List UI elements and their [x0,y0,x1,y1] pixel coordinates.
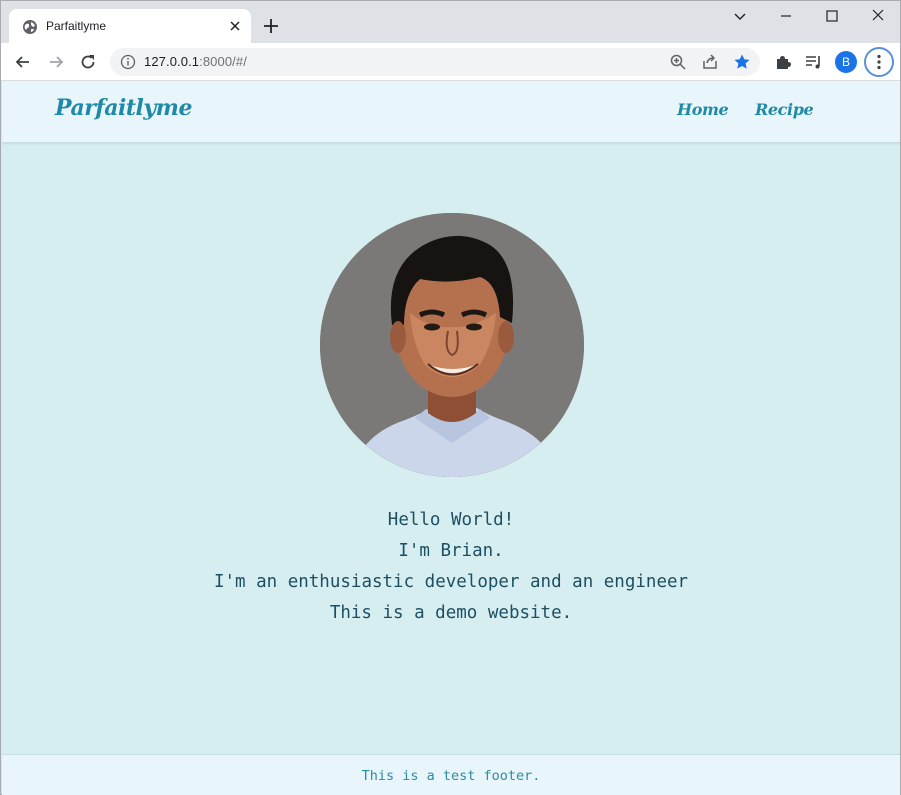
minimize-icon[interactable] [775,6,797,26]
page-viewport: Parfaitlyme Home Recipe Hello World! I'm… [2,81,900,795]
forward-arrow-icon[interactable] [46,52,66,72]
reload-icon[interactable] [78,52,98,72]
chevron-down-icon[interactable] [729,6,751,26]
intro-line: This is a demo website. [329,603,573,623]
close-icon[interactable] [227,18,243,34]
window-close-icon[interactable] [867,6,889,26]
tab-title: Parfaitlyme [46,19,107,33]
intro-line: Hello World! [387,510,515,530]
address-bar[interactable]: 127.0.0.1:8000/#/ [110,48,760,76]
browser-window: Parfaitlyme 127.0.0.1:8000/#/ B Parfaitl… [0,0,901,795]
browser-menu-button[interactable] [864,47,894,77]
url-text[interactable]: 127.0.0.1:8000/#/ [144,54,247,69]
extensions-puzzle-icon[interactable] [773,52,793,72]
site-header: Parfaitlyme Home Recipe [2,81,900,143]
portrait-illustration [320,213,584,477]
media-queue-icon[interactable] [804,52,824,72]
nav-recipe-link[interactable]: Recipe [755,100,814,119]
site-footer: This is a test footer. [2,754,900,795]
intro-text: Hello World! I'm Brian. I'm an enthusias… [2,505,900,629]
kebab-menu-icon [877,54,881,70]
url-path: :8000/#/ [199,54,247,69]
footer-text: This is a test footer. [361,768,541,784]
profile-photo [320,213,584,477]
bookmark-star-icon[interactable] [733,53,751,71]
browser-tab[interactable]: Parfaitlyme [9,9,251,43]
site-brand-link[interactable]: Parfaitlyme [55,95,192,121]
share-icon[interactable] [701,53,719,71]
intro-line: I'm Brian. [398,541,504,561]
globe-icon [23,20,37,34]
nav-home-link[interactable]: Home [677,100,729,119]
url-host: 127.0.0.1 [144,54,200,69]
new-tab-icon[interactable] [262,17,280,35]
maximize-icon[interactable] [821,6,843,26]
intro-line: I'm an enthusiastic developer and an eng… [213,572,689,592]
info-icon[interactable] [120,54,136,70]
tab-strip: Parfaitlyme [1,1,900,43]
browser-toolbar: 127.0.0.1:8000/#/ B [1,43,900,81]
back-arrow-icon[interactable] [13,52,33,72]
zoom-icon[interactable] [669,53,687,71]
profile-avatar[interactable]: B [835,51,857,73]
